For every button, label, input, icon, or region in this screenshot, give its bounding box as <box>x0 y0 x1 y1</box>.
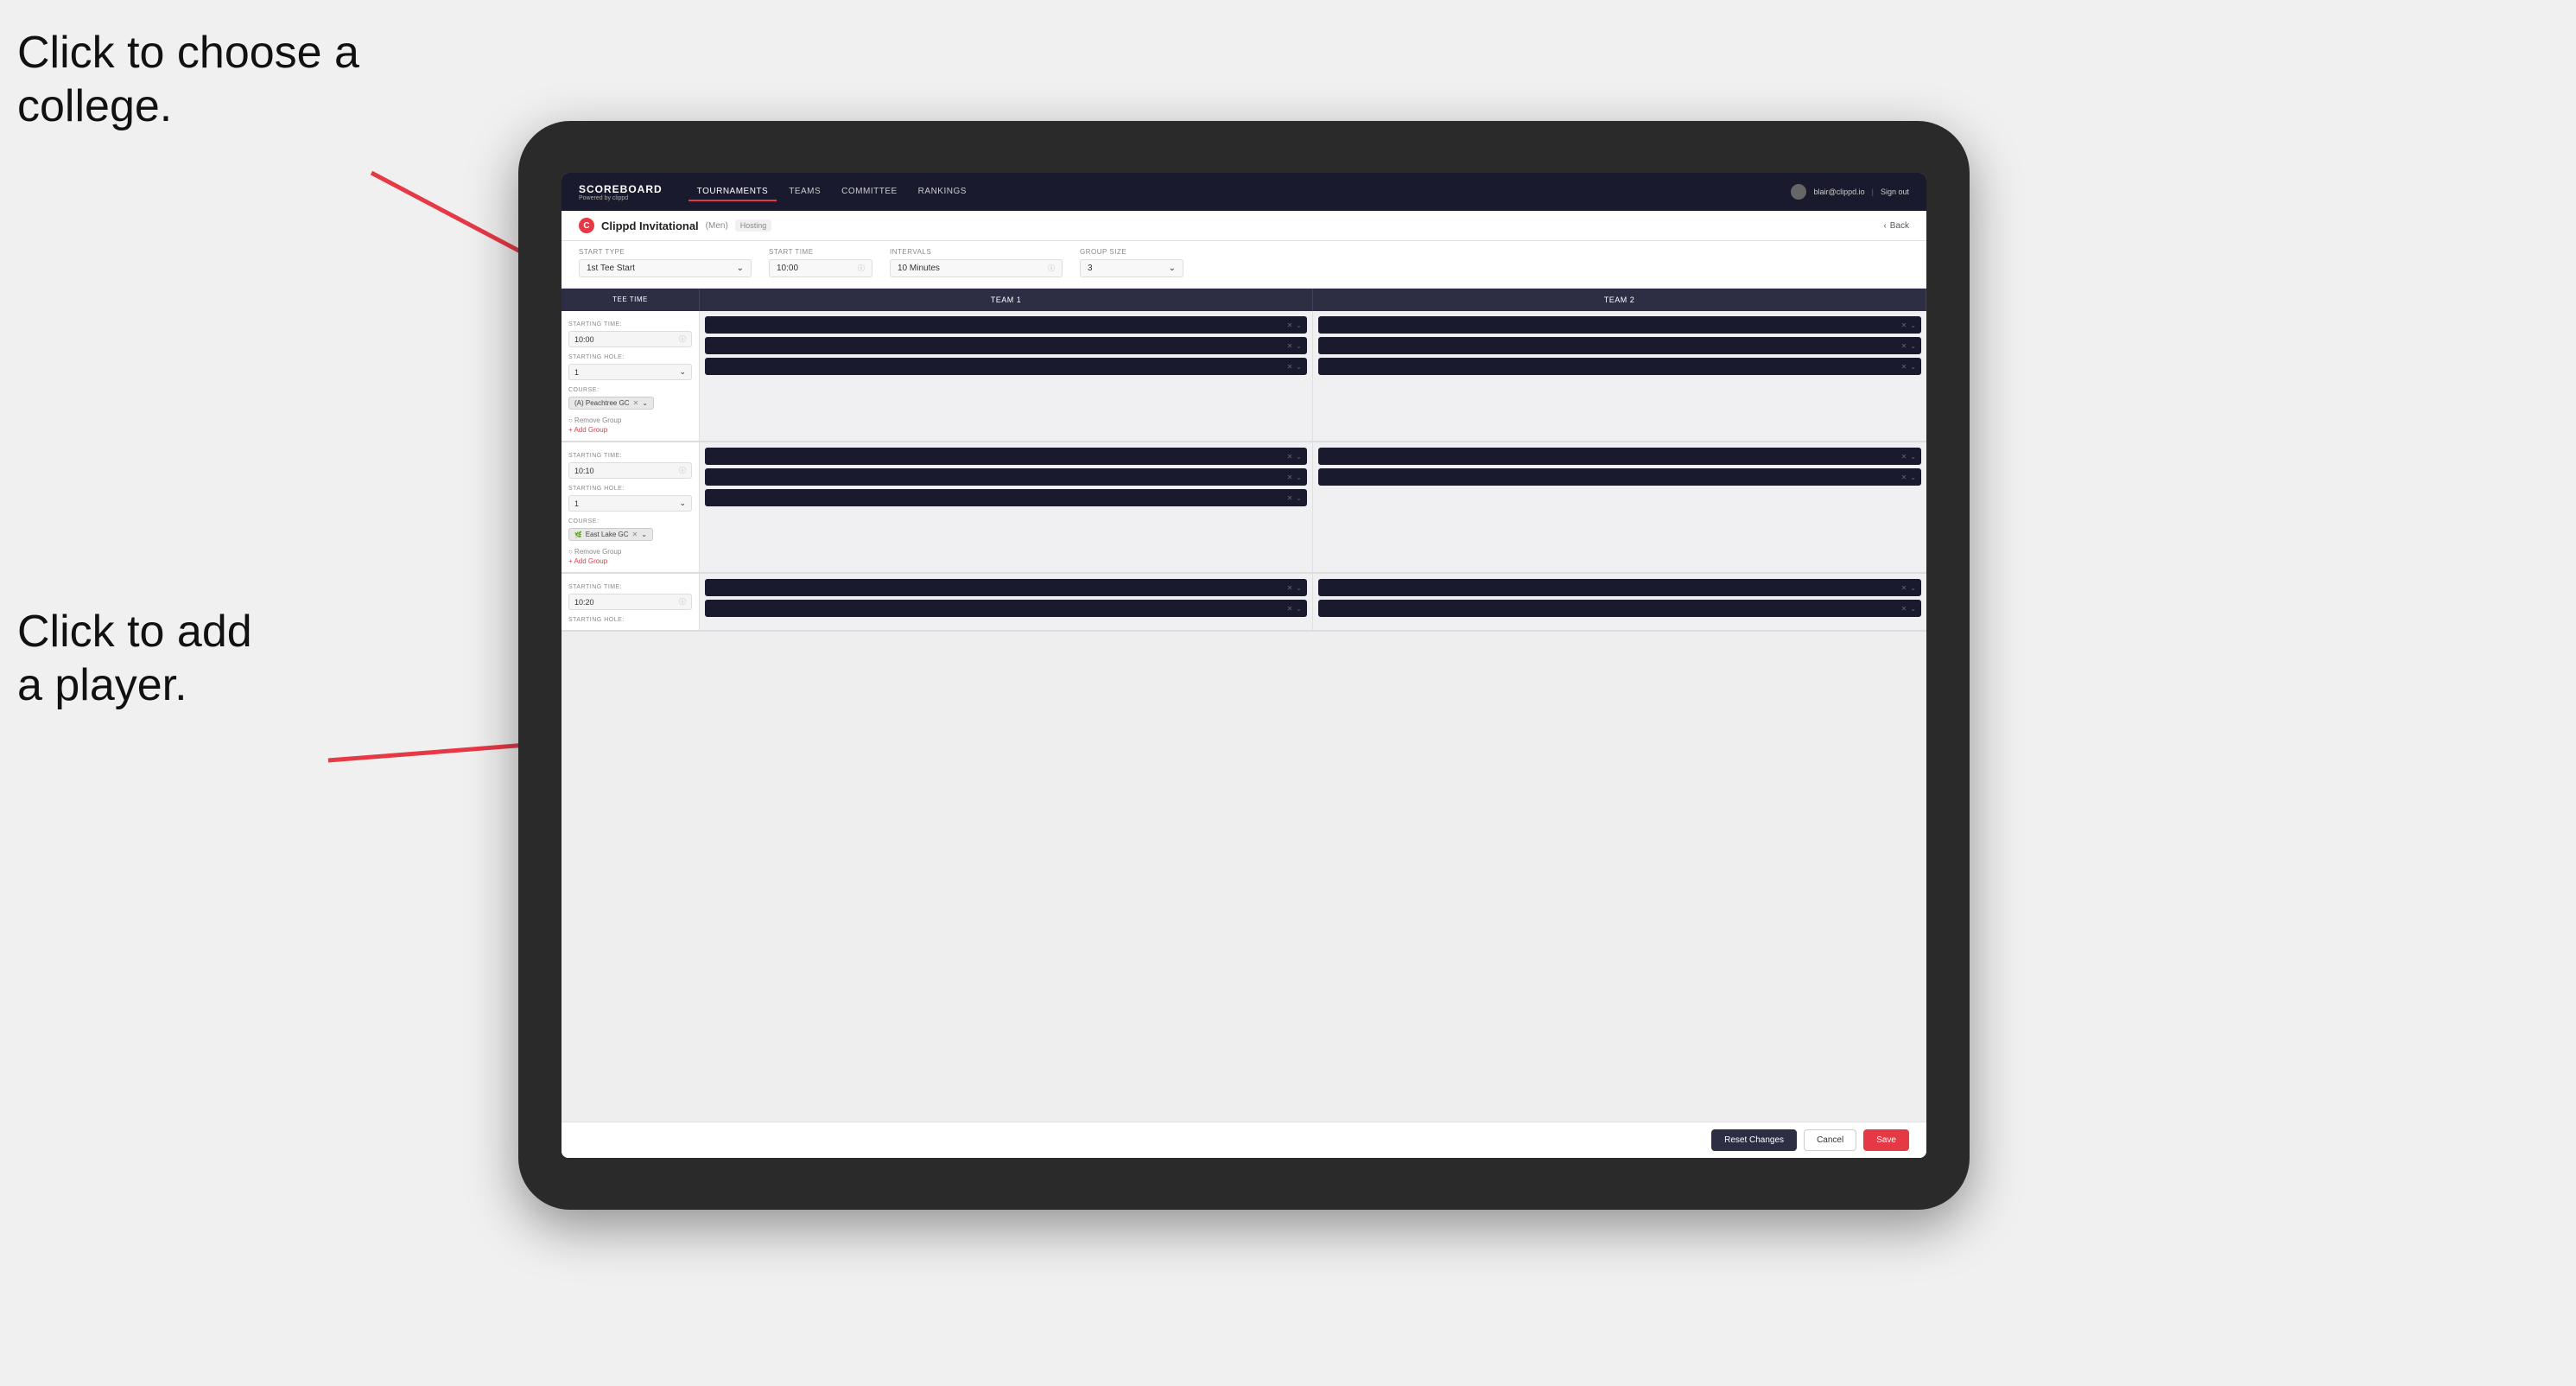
team2-cell-1: ✕ ⌄ ✕ ⌄ ✕ ⌄ <box>1313 311 1926 441</box>
team2-cell-3: ✕ ⌄ ✕ ⌄ <box>1313 574 1926 630</box>
nav-items: TOURNAMENTS TEAMS COMMITTEE RANKINGS <box>688 183 1792 201</box>
content-area: C Clippd Invitational (Men) Hosting ‹ Ba… <box>562 211 1926 1158</box>
start-type-label: Start Type <box>579 248 752 256</box>
intervals-label: Intervals <box>890 248 1063 256</box>
save-button[interactable]: Save <box>1863 1129 1909 1151</box>
page-title: Clippd Invitational <box>601 219 699 232</box>
group-size-label: Group Size <box>1080 248 1183 256</box>
schedule-table: Tee Time Team 1 Team 2 STARTING TIME: 10… <box>562 289 1926 632</box>
group-size-group: Group Size 3 ⌄ <box>1080 248 1183 277</box>
course-label-1: COURSE: <box>568 387 692 393</box>
nav-item-rankings[interactable]: RANKINGS <box>910 183 975 201</box>
course-remove-1[interactable]: ✕ <box>633 399 639 407</box>
add-group-1[interactable]: + Add Group <box>568 426 692 434</box>
player-slot-g2-2-2[interactable]: ✕ ⌄ <box>1318 468 1921 486</box>
starting-hole-input-1[interactable]: 1 ⌄ <box>568 364 692 380</box>
group-left-1: STARTING TIME: 10:00 ⓘ STARTING HOLE: 1 … <box>562 311 700 441</box>
action-bar: Reset Changes Cancel Save <box>562 1122 1926 1158</box>
table-header: Tee Time Team 1 Team 2 <box>562 289 1926 311</box>
course-label-2: COURSE: <box>568 518 692 525</box>
group-row: STARTING TIME: 10:00 ⓘ STARTING HOLE: 1 … <box>562 311 1926 442</box>
clipp-logo: C <box>579 218 594 233</box>
starting-time-label-3: STARTING TIME: <box>568 584 692 590</box>
starting-time-input-1[interactable]: 10:00 ⓘ <box>568 331 692 347</box>
player-slot-g3-1-1[interactable]: ✕ ⌄ <box>705 579 1307 596</box>
hosting-badge: Hosting <box>735 219 772 232</box>
team1-cell-2: ✕ ⌄ ✕ ⌄ ✕ ⌄ <box>700 442 1313 572</box>
team1-cell-1: ✕ ⌄ ✕ ⌄ ✕ ⌄ <box>700 311 1313 441</box>
remove-group-2[interactable]: ○ Remove Group <box>568 548 692 556</box>
starting-time-label-2: STARTING TIME: <box>568 453 692 459</box>
sign-out-link[interactable]: Sign out <box>1881 188 1909 196</box>
player-slot-g3-1-2[interactable]: ✕ ⌄ <box>705 600 1307 617</box>
tablet-frame: SCOREBOARD Powered by clippd TOURNAMENTS… <box>518 121 1970 1210</box>
col-team1: Team 1 <box>700 289 1313 311</box>
player-slot-g2-1-1[interactable]: ✕ ⌄ <box>705 448 1307 465</box>
page-header: C Clippd Invitational (Men) Hosting ‹ Ba… <box>562 211 1926 241</box>
player-slot-1-3[interactable]: ✕ ⌄ <box>705 358 1307 375</box>
start-time-group: Start Time 10:00 ⓘ <box>769 248 872 277</box>
add-group-2[interactable]: + Add Group <box>568 557 692 565</box>
player-slot-2-1[interactable]: ✕ ⌄ <box>1318 316 1921 334</box>
nav-item-committee[interactable]: COMMITTEE <box>833 183 906 201</box>
starting-hole-label-1: STARTING HOLE: <box>568 354 692 360</box>
team1-cell-3: ✕ ⌄ ✕ ⌄ <box>700 574 1313 630</box>
player-slot-g2-2-1[interactable]: ✕ ⌄ <box>1318 448 1921 465</box>
course-tag-1[interactable]: (A) Peachtree GC ✕ ⌄ <box>568 397 654 410</box>
settings-bar: Start Type 1st Tee Start ⌄ Start Time 10… <box>562 241 1926 289</box>
starting-time-input-2[interactable]: 10:10 ⓘ <box>568 462 692 479</box>
player-slot-g2-1-2[interactable]: ✕ ⌄ <box>705 468 1307 486</box>
group-left-3: STARTING TIME: 10:20 ⓘ STARTING HOLE: <box>562 574 700 630</box>
group-size-select[interactable]: 3 ⌄ <box>1080 259 1183 277</box>
starting-time-label-1: STARTING TIME: <box>568 321 692 327</box>
player-slot-g2-1-3[interactable]: ✕ ⌄ <box>705 489 1307 506</box>
nav-avatar <box>1791 184 1806 200</box>
player-slot-2-2[interactable]: ✕ ⌄ <box>1318 337 1921 354</box>
course-remove-2[interactable]: ✕ <box>632 531 638 538</box>
nav-user: blair@clippd.io <box>1813 188 1864 196</box>
schedule-container: Tee Time Team 1 Team 2 STARTING TIME: 10… <box>562 289 1926 1122</box>
navbar: SCOREBOARD Powered by clippd TOURNAMENTS… <box>562 173 1926 211</box>
player-slot-g3-2-2[interactable]: ✕ ⌄ <box>1318 600 1921 617</box>
annotation-add-player: Click to add a player. <box>17 605 252 713</box>
group-row-3: STARTING TIME: 10:20 ⓘ STARTING HOLE: ✕ … <box>562 574 1926 632</box>
start-time-label: Start Time <box>769 248 872 256</box>
group-left-2: STARTING TIME: 10:10 ⓘ STARTING HOLE: 1 … <box>562 442 700 572</box>
cancel-button[interactable]: Cancel <box>1804 1129 1856 1151</box>
player-slot-1-2[interactable]: ✕ ⌄ <box>705 337 1307 354</box>
back-label: Back <box>1890 221 1909 231</box>
starting-time-input-3[interactable]: 10:20 ⓘ <box>568 594 692 610</box>
col-tee-time: Tee Time <box>562 289 700 311</box>
reset-button[interactable]: Reset Changes <box>1711 1129 1797 1151</box>
remove-group-1[interactable]: ○ Remove Group <box>568 416 692 424</box>
intervals-group: Intervals 10 Minutes ⓘ <box>890 248 1063 277</box>
course-tag-2[interactable]: 🌿 East Lake GC ✕ ⌄ <box>568 528 653 541</box>
start-type-select[interactable]: 1st Tee Start ⌄ <box>579 259 752 277</box>
start-time-input[interactable]: 10:00 ⓘ <box>769 259 872 277</box>
page-subtitle: (Men) <box>706 221 728 231</box>
nav-item-tournaments[interactable]: TOURNAMENTS <box>688 183 777 201</box>
starting-hole-input-2[interactable]: 1 ⌄ <box>568 495 692 512</box>
team2-cell-2: ✕ ⌄ ✕ ⌄ <box>1313 442 1926 572</box>
back-button[interactable]: ‹ Back <box>1883 221 1909 231</box>
starting-hole-label-3: STARTING HOLE: <box>568 617 692 623</box>
brand: SCOREBOARD Powered by clippd <box>579 183 663 201</box>
intervals-select[interactable]: 10 Minutes ⓘ <box>890 259 1063 277</box>
group-row-2: STARTING TIME: 10:10 ⓘ STARTING HOLE: 1 … <box>562 442 1926 574</box>
page-title-row: C Clippd Invitational (Men) Hosting <box>579 218 771 233</box>
brand-title: SCOREBOARD <box>579 183 663 195</box>
player-slot-2-3[interactable]: ✕ ⌄ <box>1318 358 1921 375</box>
starting-hole-label-2: STARTING HOLE: <box>568 486 692 492</box>
start-type-group: Start Type 1st Tee Start ⌄ <box>579 248 752 277</box>
nav-item-teams[interactable]: TEAMS <box>780 183 829 201</box>
brand-sub: Powered by clippd <box>579 195 663 201</box>
col-team2: Team 2 <box>1313 289 1926 311</box>
player-slot-g3-2-1[interactable]: ✕ ⌄ <box>1318 579 1921 596</box>
annotation-choose-college: Click to choose a college. <box>17 26 359 134</box>
nav-right: blair@clippd.io | Sign out <box>1791 184 1909 200</box>
tablet-screen: SCOREBOARD Powered by clippd TOURNAMENTS… <box>562 173 1926 1158</box>
player-slot-1-1[interactable]: ✕ ⌄ <box>705 316 1307 334</box>
